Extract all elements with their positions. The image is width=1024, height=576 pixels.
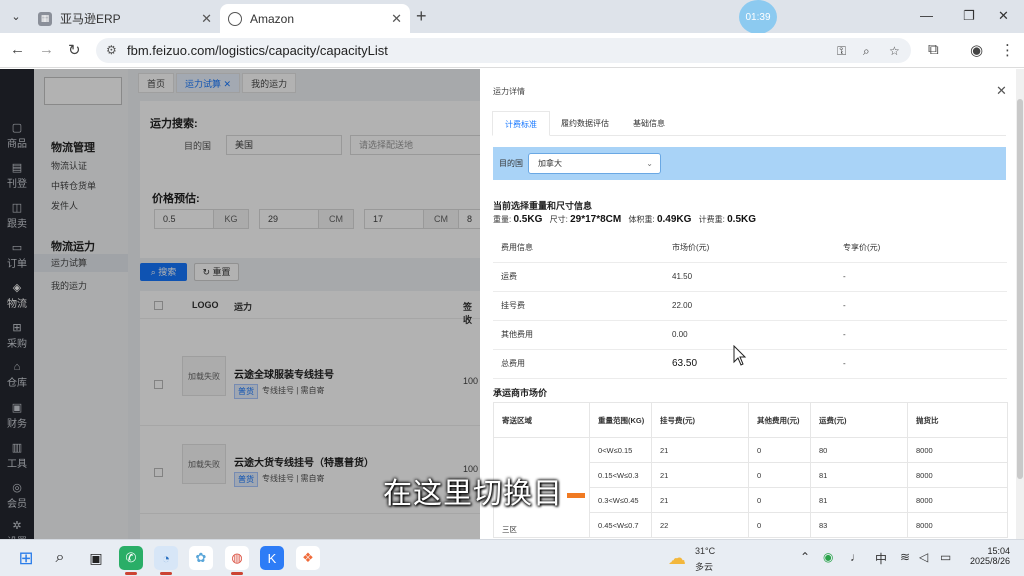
microphone-icon[interactable]: ♩ (850, 550, 862, 564)
tab-close-icon[interactable]: ✕ (391, 11, 402, 27)
fee-row: 其他费用 0.00 - (493, 320, 1007, 350)
reload-icon[interactable]: ↻ (68, 41, 81, 59)
tray-app-icon[interactable]: ◉ (823, 550, 833, 564)
more-menu-icon[interactable]: ⋮ (1000, 41, 1015, 59)
fee-row: 运费 41.50 - (493, 262, 1007, 292)
tab-fee-standard[interactable]: 计费标准 (492, 111, 550, 136)
search-icon[interactable]: ⌕ (48, 546, 72, 570)
window-close-icon[interactable]: ✕ (998, 8, 1009, 24)
video-subtitle: 在这里切换目 (383, 470, 586, 512)
browser-toolbar: ← → ↻ ⚙ fbm.feizuo.com/logistics/capacit… (0, 33, 1024, 68)
chevron-down-icon: ⌄ (646, 159, 653, 168)
minimize-icon[interactable]: — (920, 8, 933, 23)
wechat-icon[interactable]: ✆ (119, 546, 143, 575)
wifi-icon[interactable]: ≋ (900, 550, 910, 564)
site-info-icon[interactable]: ⚙ (106, 43, 117, 57)
task-view-icon[interactable]: ▣ (84, 546, 108, 570)
tray-chevron-up-icon[interactable]: ⌃ (800, 550, 810, 564)
app-flower-icon[interactable]: ❖ (296, 546, 320, 570)
scrollbar-thumb[interactable] (1017, 99, 1023, 479)
fee-table-header: 费用信息 市场价(元) 专享价(元) (493, 233, 1007, 263)
browser-tab-amazon[interactable]: Amazon ✕ (220, 4, 410, 33)
browser-tab-label: Amazon (250, 11, 295, 26)
globe-icon (228, 11, 242, 26)
browser-tabbar: ⌄ ▦ 亚马逊ERP ✕ Amazon ✕ + 01:39 — ❐ ✕ (0, 0, 1024, 34)
close-icon[interactable]: ✕ (996, 83, 1007, 99)
address-bar[interactable]: ⚙ fbm.feizuo.com/logistics/capacity/capa… (96, 38, 911, 63)
dims-summary: 重量: 0.5KG 尺寸: 29*17*8CM 体积重: 0.49KG 计费重:… (493, 214, 757, 225)
drawer-title: 运力详情 (493, 87, 525, 96)
weather-cloud-icon: ☁ (668, 548, 686, 568)
windows-taskbar: ⊞ ⌕ ▣ ✆ ◔ ✿ ◍ K ❖ ☁ 31°C 多云 ⌃ ◉ ♩ 中 ≋ ◁ … (0, 539, 1024, 576)
profile-icon[interactable]: ◉ (970, 41, 983, 59)
destination-bar: 目的国 加拿大 ⌄ (493, 147, 1006, 180)
system-clock[interactable]: 15:04 2025/8/26 (962, 546, 1010, 566)
fee-row-total: 总费用 63.50 - (493, 349, 1007, 379)
browser-tab-erp[interactable]: ▦ 亚马逊ERP ✕ (30, 4, 220, 33)
fee-table: 费用信息 市场价(元) 专享价(元) 运费 41.50 - 挂号费 22.00 … (493, 233, 1007, 379)
tab-search-dropdown-icon[interactable]: ⌄ (6, 6, 26, 26)
dest-label: 目的国 (499, 159, 523, 168)
recorder-icon[interactable]: ◔ (154, 546, 178, 575)
subtitle-cursor-bar (567, 492, 586, 498)
tab-close-icon[interactable]: ✕ (201, 11, 212, 27)
tab-basic-info[interactable]: 基础信息 (620, 111, 678, 136)
carrier-table-header: 寄送区域 重量范围(KG) 挂号费(元) 其他费用(元) 运费(元) 抛货比 (493, 402, 1008, 438)
browser-tab-label: 亚马逊ERP (60, 12, 121, 26)
drawer-tabs: 计费标准 履约数据评估 基础信息 (492, 111, 1006, 136)
section-carrier-price: 承运商市场价 (493, 388, 548, 398)
windows-start-icon[interactable]: ⊞ (14, 546, 38, 570)
chrome-icon[interactable]: ◍ (225, 546, 249, 575)
capacity-detail-drawer: 运力详情 ✕ 计费标准 履约数据评估 基础信息 目的国 加拿大 ⌄ 当前选择重量… (480, 69, 1016, 539)
page-favicon-icon: ▦ (38, 11, 52, 26)
back-icon[interactable]: ← (10, 41, 25, 58)
url-text: fbm.feizuo.com/logistics/capacity/capaci… (127, 43, 388, 58)
forward-icon[interactable]: → (39, 41, 54, 58)
speaker-icon[interactable]: ◁ (919, 550, 928, 564)
fee-row: 挂号费 22.00 - (493, 291, 1007, 321)
recording-timer: 01:39 (739, 0, 777, 34)
modal-mask[interactable] (0, 69, 480, 539)
section-weight-size: 当前选择重量和尺寸信息 (493, 201, 593, 211)
battery-icon[interactable]: ▭ (940, 550, 951, 564)
key-icon[interactable]: ⚿ (837, 44, 846, 59)
restore-icon[interactable]: ❐ (963, 8, 975, 24)
table-row: 三区 0<W≤0.15 21 0 80 8000 (493, 437, 1008, 538)
mouse-cursor-icon (733, 345, 747, 366)
app-icon[interactable]: ✿ (189, 546, 213, 570)
zoom-icon[interactable]: ⌕ (863, 44, 870, 59)
dest-country-select[interactable]: 加拿大 ⌄ (528, 153, 661, 174)
app-k-icon[interactable]: K (260, 546, 284, 570)
new-tab-plus-icon[interactable]: + (416, 6, 427, 27)
ime-indicator[interactable]: 中 (875, 550, 887, 567)
extensions-icon[interactable]: ⧉ (928, 41, 939, 58)
bookmark-star-icon[interactable]: ☆ (889, 44, 900, 58)
tab-fulfilment[interactable]: 履约数据评估 (552, 111, 618, 136)
drawer-scrollbar[interactable] (1016, 69, 1024, 539)
